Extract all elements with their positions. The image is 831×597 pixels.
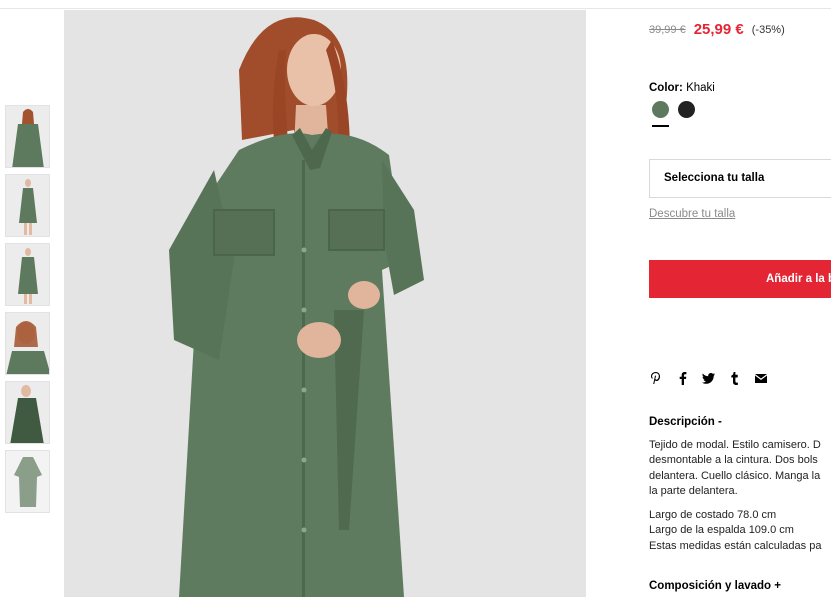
price-row: 39,99 € 25,99 € (-35%) — [649, 21, 785, 39]
description-line: la parte delantera. — [649, 484, 738, 497]
description-body: Tejido de modal. Estilo camisero. D desm… — [649, 438, 831, 554]
thumbnail-1[interactable] — [5, 105, 50, 168]
selected-swatch-indicator — [652, 125, 669, 127]
pinterest-icon[interactable] — [649, 370, 663, 386]
measure-line: Largo de costado 78.0 cm — [649, 509, 777, 522]
facebook-icon[interactable] — [676, 370, 690, 386]
description-line: Tejido de modal. Estilo camisero. D — [649, 439, 821, 451]
add-to-bag-button[interactable]: Añadir a la b — [649, 260, 831, 298]
old-price: 39,99 € — [649, 23, 686, 36]
measure-line: Largo de la espalda 109.0 cm — [649, 524, 794, 537]
measure-line: Estas medidas están calculadas pa — [649, 539, 822, 552]
thumbnail-6[interactable] — [5, 450, 50, 513]
main-product-image[interactable] — [64, 10, 586, 597]
size-selector[interactable]: Selecciona tu talla — [649, 159, 831, 198]
thumbnail-2[interactable] — [5, 174, 50, 237]
thumbnail-3[interactable] — [5, 243, 50, 306]
thumbnail-4[interactable] — [5, 312, 50, 375]
description-title[interactable]: Descripción - — [649, 416, 722, 428]
description-line: desmontable a la cintura. Dos bols — [649, 454, 818, 467]
composition-toggle[interactable]: Composición y lavado + — [649, 580, 781, 592]
color-swatch-black[interactable] — [678, 101, 695, 118]
size-guide-link[interactable]: Descubre tu talla — [649, 208, 735, 220]
color-label-key: Color: — [649, 82, 683, 94]
sale-price: 25,99 € — [693, 21, 744, 39]
thumbnail-5[interactable] — [5, 381, 50, 444]
product-info-panel: 39,99 € 25,99 € (-35%) Color: Khaki Selecc… — [649, 0, 831, 597]
twitter-icon[interactable] — [701, 370, 715, 386]
color-swatch-khaki[interactable] — [652, 101, 669, 118]
discount-badge: (-35%) — [751, 23, 785, 36]
tumblr-icon[interactable] — [727, 370, 741, 386]
description-line: delantera. Cuello clásico. Manga la — [649, 469, 821, 482]
color-label-value: Khaki — [686, 82, 715, 94]
color-label: Color: Khaki — [649, 82, 715, 94]
email-icon[interactable] — [754, 370, 768, 386]
